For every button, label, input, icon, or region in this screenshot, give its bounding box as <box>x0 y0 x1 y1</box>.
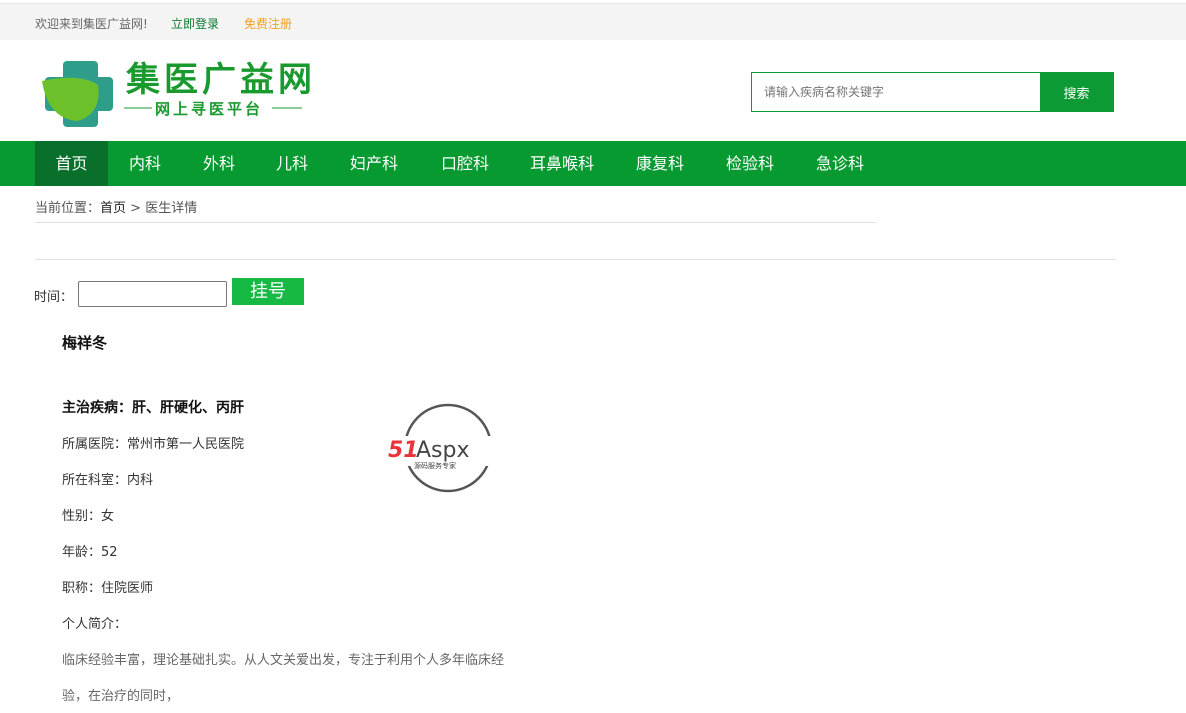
doctor-department: 所在科室：内科 <box>62 473 154 488</box>
watermark-logo: 51 Aspx 源码服务专家 <box>386 402 512 494</box>
breadcrumb: 当前位置：首页 > 医生详情 <box>35 197 197 216</box>
intro-label: 个人简介： <box>62 617 128 632</box>
nav-dental[interactable]: 口腔科 <box>441 141 489 186</box>
svg-text:51: 51 <box>388 438 419 463</box>
search-input[interactable] <box>752 73 1040 111</box>
breadcrumb-home[interactable]: 首页 <box>100 201 126 216</box>
search-bar: 搜索 <box>751 72 1114 112</box>
doctor-hospital: 所属医院：常州市第一人民医院 <box>62 437 245 452</box>
divider <box>35 222 876 223</box>
time-input[interactable] <box>78 281 227 307</box>
breadcrumb-prefix: 当前位置： <box>35 201 101 216</box>
doctor-title: 职称：住院医师 <box>62 581 154 596</box>
nav-pediatrics[interactable]: 儿科 <box>276 141 308 186</box>
time-label: 时间： <box>34 290 74 305</box>
login-link[interactable]: 立即登录 <box>171 15 219 32</box>
svg-text:源码服务专家: 源码服务专家 <box>414 461 456 470</box>
doctor-name: 梅祥冬 <box>62 334 108 352</box>
site-logo[interactable]: 集医广益网 网上寻医平台 <box>40 55 312 130</box>
welcome-text: 欢迎来到集医广益网! <box>35 17 148 31</box>
nav-ent[interactable]: 耳鼻喉科 <box>530 141 594 186</box>
breadcrumb-sep: > <box>126 201 146 216</box>
doctor-age: 年龄：52 <box>62 545 118 560</box>
search-button[interactable]: 搜索 <box>1040 73 1113 111</box>
intro-text-2: 验，在治疗的同时， <box>62 689 180 704</box>
breadcrumb-current: 医生详情 <box>145 201 198 216</box>
nav-internal[interactable]: 内科 <box>129 141 161 186</box>
doctor-specialty: 主治疾病：肝、肝硬化、丙肝 <box>62 400 244 416</box>
nav-surgery[interactable]: 外科 <box>203 141 235 186</box>
main-nav: 首页 内科 外科 儿科 妇产科 口腔科 耳鼻喉科 康复科 检验科 急诊科 <box>0 141 1186 186</box>
nav-home[interactable]: 首页 <box>35 141 108 186</box>
svg-text:集医广益网: 集医广益网 <box>125 60 310 100</box>
register-link[interactable]: 免费注册 <box>244 15 292 32</box>
register-appointment-button[interactable]: 挂号 <box>232 278 304 305</box>
nav-emergency[interactable]: 急诊科 <box>816 141 864 186</box>
nav-obstetrics[interactable]: 妇产科 <box>350 141 398 186</box>
divider <box>35 259 1116 260</box>
svg-text:网上寻医平台: 网上寻医平台 <box>155 100 263 118</box>
nav-lab[interactable]: 检验科 <box>726 141 774 186</box>
svg-text:Aspx: Aspx <box>416 438 470 463</box>
intro-text-1: 临床经验丰富，理论基础扎实。从人文关爱出发，专注于利用个人多年临床经 <box>62 653 505 668</box>
nav-rehab[interactable]: 康复科 <box>636 141 684 186</box>
doctor-gender: 性别：女 <box>62 509 115 524</box>
top-bar: 欢迎来到集医广益网! 立即登录 免费注册 <box>0 3 1186 40</box>
